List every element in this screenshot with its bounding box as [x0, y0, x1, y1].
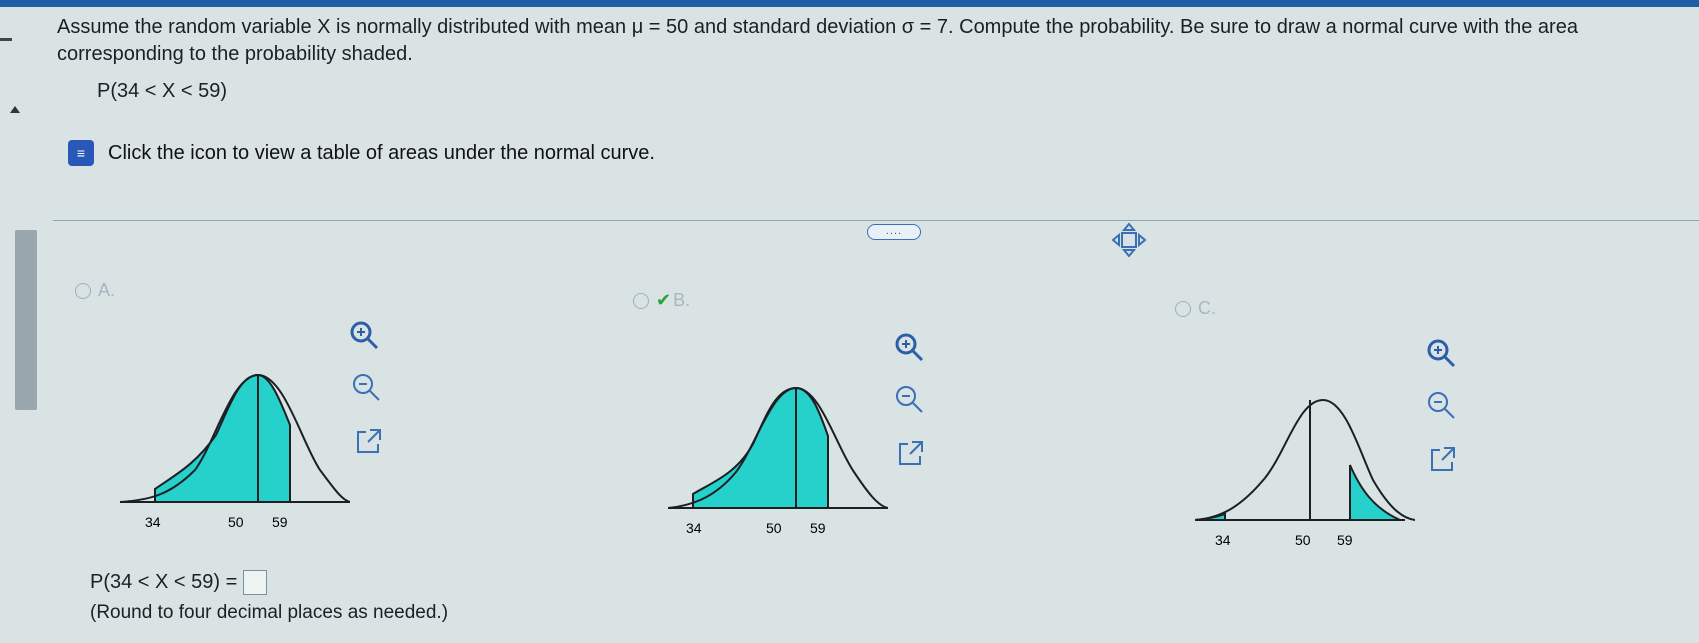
probability-expression: P(34 < X < 59) — [97, 80, 228, 102]
option-a-tick-59: 59 — [272, 514, 288, 530]
normal-table-help[interactable]: ≡ Click the icon to view a table of area… — [68, 140, 655, 166]
answer-input[interactable] — [243, 570, 268, 595]
more-button[interactable]: .... — [867, 224, 921, 240]
option-a-label: A. — [98, 280, 116, 300]
option-a-curve: 34 50 59 — [120, 373, 350, 530]
option-a-zoom-out-icon[interactable] — [349, 370, 383, 404]
option-b-popout-icon[interactable] — [894, 436, 928, 470]
move-icon[interactable] — [1110, 221, 1148, 259]
option-c-tick-34: 34 — [1215, 532, 1231, 548]
option-b-zoom-out-icon[interactable] — [892, 382, 926, 416]
option-b-zoom-in-icon[interactable] — [892, 330, 926, 364]
table-book-icon[interactable]: ≡ — [68, 140, 94, 166]
option-b-label: B. — [673, 290, 691, 310]
option-b[interactable]: ✔ B. — [633, 290, 690, 311]
option-a-tick-50: 50 — [228, 514, 244, 530]
scrollbar-thumb[interactable] — [15, 230, 37, 410]
option-a[interactable]: A. — [75, 280, 115, 301]
option-b-tick-59: 59 — [810, 520, 826, 536]
answer-prompt: P(34 < X < 59) = — [90, 571, 238, 593]
answer-row: P(34 < X < 59) = — [90, 570, 268, 595]
left-marker — [0, 38, 12, 41]
option-c-radio[interactable] — [1175, 300, 1191, 317]
option-b-tick-34: 34 — [686, 520, 702, 536]
scroll-up-arrow-icon[interactable] — [10, 106, 20, 113]
option-c-zoom-in-icon[interactable] — [1424, 336, 1458, 370]
option-a-radio[interactable] — [75, 282, 91, 299]
option-c-tick-59: 59 — [1337, 532, 1353, 548]
option-c[interactable]: C. — [1175, 298, 1216, 319]
check-icon: ✔ — [656, 290, 672, 310]
option-b-tick-50: 50 — [766, 520, 782, 536]
question-text: Assume the random variable X is normally… — [57, 16, 1578, 65]
option-b-radio[interactable] — [633, 292, 649, 309]
option-c-label: C. — [1198, 298, 1216, 318]
help-text: Click the icon to view a table of areas … — [108, 141, 655, 164]
option-c-curve: 34 50 59 — [1195, 398, 1415, 548]
option-a-tick-34: 34 — [145, 514, 161, 530]
option-c-tick-50: 50 — [1295, 532, 1311, 548]
option-a-popout-icon[interactable] — [352, 424, 386, 458]
option-a-zoom-in-icon[interactable] — [347, 318, 381, 352]
option-c-popout-icon[interactable] — [1426, 442, 1460, 476]
rounding-note: (Round to four decimal places as needed.… — [90, 602, 449, 623]
section-divider — [53, 220, 1699, 221]
option-b-curve: 34 50 59 — [668, 386, 888, 536]
top-accent-bar — [0, 0, 1699, 7]
option-c-zoom-out-icon[interactable] — [1424, 388, 1458, 422]
